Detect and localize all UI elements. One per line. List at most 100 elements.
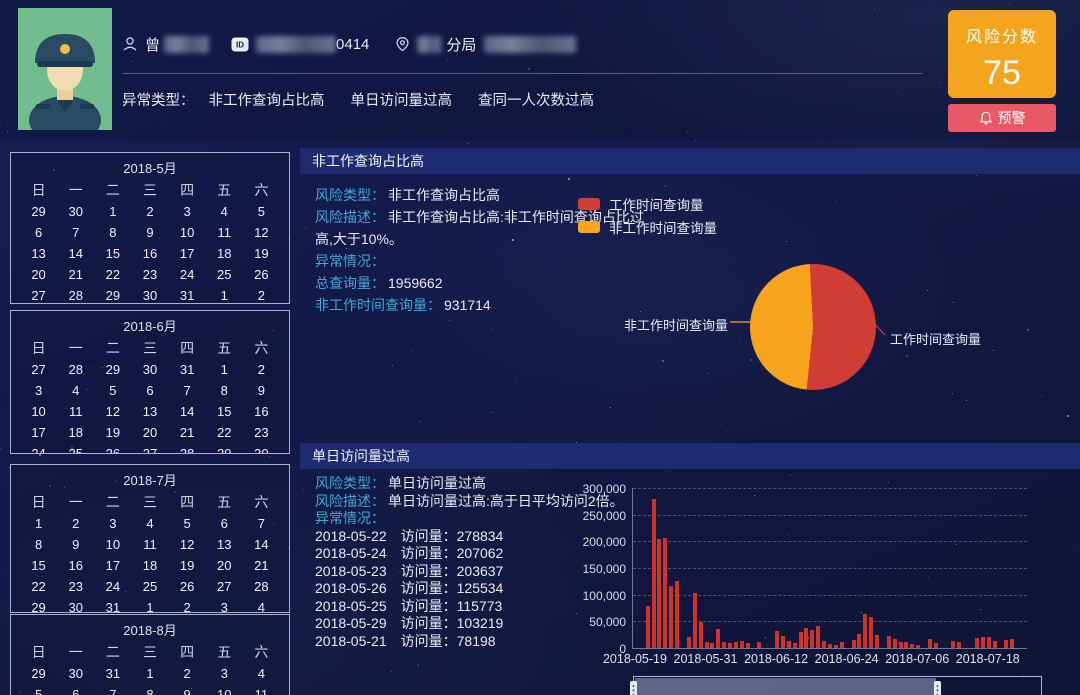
calendar-day[interactable]: 7 — [57, 222, 94, 243]
calendar-day[interactable]: 5 — [243, 201, 280, 222]
datazoom-slider[interactable] — [633, 676, 1042, 695]
calendar-day[interactable]: 5 — [20, 684, 57, 695]
calendar-day[interactable]: 30 — [57, 663, 94, 684]
calendar-day[interactable]: 23 — [131, 264, 168, 285]
calendar-day[interactable]: 15 — [20, 555, 57, 576]
calendar-day[interactable]: 31 — [94, 663, 131, 684]
calendar-day[interactable]: 9 — [169, 684, 206, 695]
calendar-day[interactable]: 2 — [169, 663, 206, 684]
calendar-day[interactable]: 4 — [57, 380, 94, 401]
calendar-day[interactable]: 6 — [20, 222, 57, 243]
calendar-day[interactable]: 12 — [243, 222, 280, 243]
abnormal-type-item[interactable]: 单日访问量过高 — [351, 89, 453, 110]
calendar-day[interactable]: 24 — [169, 264, 206, 285]
calendar-day[interactable]: 30 — [57, 597, 94, 613]
calendar-day[interactable]: 1 — [131, 597, 168, 613]
calendar-day[interactable]: 20 — [131, 422, 168, 443]
abnormal-type-item[interactable]: 非工作查询占比高 — [209, 89, 325, 110]
calendar-day[interactable]: 29 — [20, 201, 57, 222]
calendar-day[interactable]: 9 — [131, 222, 168, 243]
calendar-day[interactable]: 24 — [20, 443, 57, 454]
calendar-day[interactable]: 18 — [57, 422, 94, 443]
calendar-day[interactable]: 4 — [206, 201, 243, 222]
calendar-day[interactable]: 9 — [57, 534, 94, 555]
abnormal-type-item[interactable]: 查同一人次数过高 — [478, 89, 594, 110]
calendar-day[interactable]: 20 — [20, 264, 57, 285]
calendar-day[interactable]: 4 — [243, 663, 280, 684]
calendar-day[interactable]: 3 — [206, 663, 243, 684]
calendar-day[interactable]: 14 — [243, 534, 280, 555]
calendar-day[interactable]: 17 — [94, 555, 131, 576]
datazoom-left-handle[interactable] — [630, 681, 637, 695]
calendar-day[interactable]: 22 — [20, 576, 57, 597]
calendar-day[interactable]: 21 — [169, 422, 206, 443]
calendar-day[interactable]: 2 — [57, 513, 94, 534]
calendar-day[interactable]: 15 — [94, 243, 131, 264]
calendar-day[interactable]: 10 — [169, 222, 206, 243]
calendar-day[interactable]: 14 — [169, 401, 206, 422]
calendar-day[interactable]: 21 — [57, 264, 94, 285]
calendar-day[interactable]: 27 — [206, 576, 243, 597]
calendar-day[interactable]: 23 — [243, 422, 280, 443]
calendar-day[interactable]: 28 — [243, 576, 280, 597]
calendar-day[interactable]: 13 — [206, 534, 243, 555]
calendar-day[interactable]: 18 — [131, 555, 168, 576]
calendar-day[interactable]: 25 — [206, 264, 243, 285]
calendar-day[interactable]: 11 — [57, 401, 94, 422]
calendar-day[interactable]: 7 — [169, 380, 206, 401]
calendar-day[interactable]: 17 — [20, 422, 57, 443]
calendar-day[interactable]: 3 — [169, 201, 206, 222]
calendar-day[interactable]: 8 — [131, 684, 168, 695]
calendar-day[interactable]: 2 — [243, 285, 280, 304]
legend-item[interactable]: 工作时间查询量 — [578, 192, 717, 215]
calendar-day[interactable]: 4 — [131, 513, 168, 534]
calendar-day[interactable]: 9 — [243, 380, 280, 401]
calendar-day[interactable]: 25 — [131, 576, 168, 597]
calendar-day[interactable]: 24 — [94, 576, 131, 597]
datazoom-selected-range[interactable] — [635, 678, 936, 695]
calendar-day[interactable]: 16 — [57, 555, 94, 576]
calendar-day[interactable]: 17 — [169, 243, 206, 264]
calendar-day[interactable]: 12 — [169, 534, 206, 555]
calendar-day[interactable]: 26 — [94, 443, 131, 454]
calendar-day[interactable]: 6 — [57, 684, 94, 695]
calendar-day[interactable]: 26 — [243, 264, 280, 285]
calendar-day[interactable]: 10 — [206, 684, 243, 695]
calendar-day[interactable]: 20 — [206, 555, 243, 576]
calendar-day[interactable]: 15 — [206, 401, 243, 422]
legend-item[interactable]: 非工作时间查询量 — [578, 215, 717, 238]
calendar-day[interactable]: 11 — [131, 534, 168, 555]
calendar-day[interactable]: 26 — [169, 576, 206, 597]
calendar-day[interactable]: 18 — [206, 243, 243, 264]
calendar-day[interactable]: 27 — [20, 359, 57, 380]
calendar-day[interactable]: 10 — [94, 534, 131, 555]
calendar-day[interactable]: 31 — [169, 285, 206, 304]
calendar-day[interactable]: 8 — [206, 380, 243, 401]
calendar-day[interactable]: 8 — [94, 222, 131, 243]
calendar-day[interactable]: 30 — [243, 443, 280, 454]
calendar-day[interactable]: 29 — [20, 597, 57, 613]
calendar-day[interactable]: 13 — [131, 401, 168, 422]
datazoom-right-handle[interactable] — [934, 681, 941, 695]
calendar-day[interactable]: 19 — [169, 555, 206, 576]
calendar-day[interactable]: 5 — [169, 513, 206, 534]
calendar-day[interactable]: 23 — [57, 576, 94, 597]
calendar-day[interactable]: 7 — [94, 684, 131, 695]
calendar-day[interactable]: 16 — [243, 401, 280, 422]
calendar-day[interactable]: 8 — [20, 534, 57, 555]
calendar-day[interactable]: 19 — [243, 243, 280, 264]
calendar-day[interactable]: 25 — [57, 443, 94, 454]
calendar-day[interactable]: 13 — [20, 243, 57, 264]
calendar-day[interactable]: 2 — [131, 201, 168, 222]
calendar-day[interactable]: 1 — [206, 359, 243, 380]
calendar-day[interactable]: 12 — [94, 401, 131, 422]
calendar-day[interactable]: 3 — [20, 380, 57, 401]
calendar-day[interactable]: 28 — [57, 285, 94, 304]
calendar-day[interactable]: 30 — [57, 201, 94, 222]
calendar-day[interactable]: 22 — [206, 422, 243, 443]
calendar-day[interactable]: 10 — [20, 401, 57, 422]
calendar-day[interactable]: 2 — [243, 359, 280, 380]
calendar-day[interactable]: 6 — [206, 513, 243, 534]
calendar-day[interactable]: 29 — [206, 443, 243, 454]
calendar-day[interactable]: 11 — [206, 222, 243, 243]
